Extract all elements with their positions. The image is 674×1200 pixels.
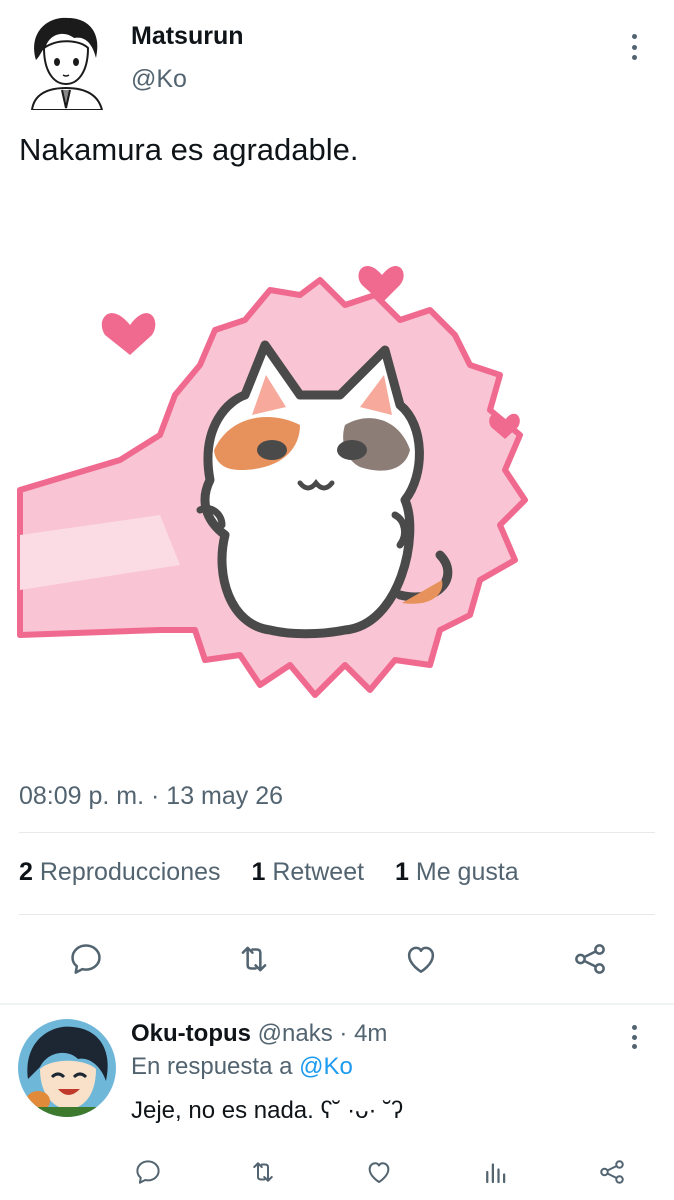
likes-label: Me gusta bbox=[415, 858, 519, 886]
reply-context-label: En respuesta a bbox=[131, 1053, 293, 1080]
reply-avatar[interactable] bbox=[18, 1019, 116, 1117]
avatar[interactable] bbox=[18, 12, 110, 111]
views-label: Reproducciones bbox=[39, 858, 221, 886]
likes-count: 1 bbox=[395, 858, 409, 886]
retweets-label: Retweet bbox=[272, 858, 365, 886]
retweet-icon[interactable] bbox=[232, 937, 276, 981]
heart-icon[interactable] bbox=[399, 937, 443, 981]
reply-context: En respuesta a @Ko bbox=[131, 1053, 353, 1081]
reply-tweet[interactable]: Oku-topus @naks · 4m En respuesta a @Ko … bbox=[0, 1005, 674, 1200]
tweet-stats: 2 Reproducciones 1 Retweet 1 Me gusta bbox=[19, 858, 543, 887]
heart-icon[interactable] bbox=[357, 1150, 401, 1194]
tweet-timestamp[interactable]: 08:09 p. m. · 13 may 26 bbox=[19, 782, 283, 811]
tweet-action-bar bbox=[0, 935, 674, 985]
tweet-text: Nakamura es agradable. bbox=[19, 132, 359, 167]
views-count: 2 bbox=[19, 858, 33, 886]
reply-icon[interactable] bbox=[64, 937, 108, 981]
reply-author-name[interactable]: Oku-topus bbox=[131, 1020, 251, 1047]
more-vertical-icon[interactable] bbox=[622, 30, 646, 64]
views-icon[interactable] bbox=[474, 1150, 518, 1194]
reply-icon[interactable] bbox=[126, 1150, 170, 1194]
retweets-stat[interactable]: 1 Retweet bbox=[251, 858, 364, 886]
reply-time[interactable]: 4m bbox=[354, 1020, 387, 1047]
author-name[interactable]: Matsurun bbox=[131, 22, 244, 51]
share-icon[interactable] bbox=[590, 1150, 634, 1194]
views-stat[interactable]: 2 Reproducciones bbox=[19, 858, 221, 886]
reply-text: Jeje, no es nada. ʕ˘ ·ᴗ· ˘ʔ bbox=[131, 1097, 404, 1124]
divider bbox=[19, 914, 655, 915]
retweets-count: 1 bbox=[251, 858, 266, 886]
reply-author-handle[interactable]: @naks bbox=[258, 1020, 333, 1047]
share-icon[interactable] bbox=[568, 937, 612, 981]
reply-action-bar bbox=[0, 1150, 674, 1194]
reply-mention-link[interactable]: @Ko bbox=[299, 1053, 353, 1080]
retweet-icon[interactable] bbox=[241, 1150, 285, 1194]
tweet-header: Matsurun @Ko bbox=[0, 0, 674, 120]
reply-separator: · bbox=[339, 1020, 348, 1047]
author-handle[interactable]: @Ko bbox=[131, 65, 187, 94]
tweet-image[interactable] bbox=[0, 235, 674, 735]
divider bbox=[19, 832, 655, 833]
more-vertical-icon[interactable] bbox=[622, 1021, 646, 1053]
reply-header: Oku-topus @naks · 4m bbox=[131, 1020, 387, 1048]
likes-stat[interactable]: 1 Me gusta bbox=[395, 858, 519, 886]
